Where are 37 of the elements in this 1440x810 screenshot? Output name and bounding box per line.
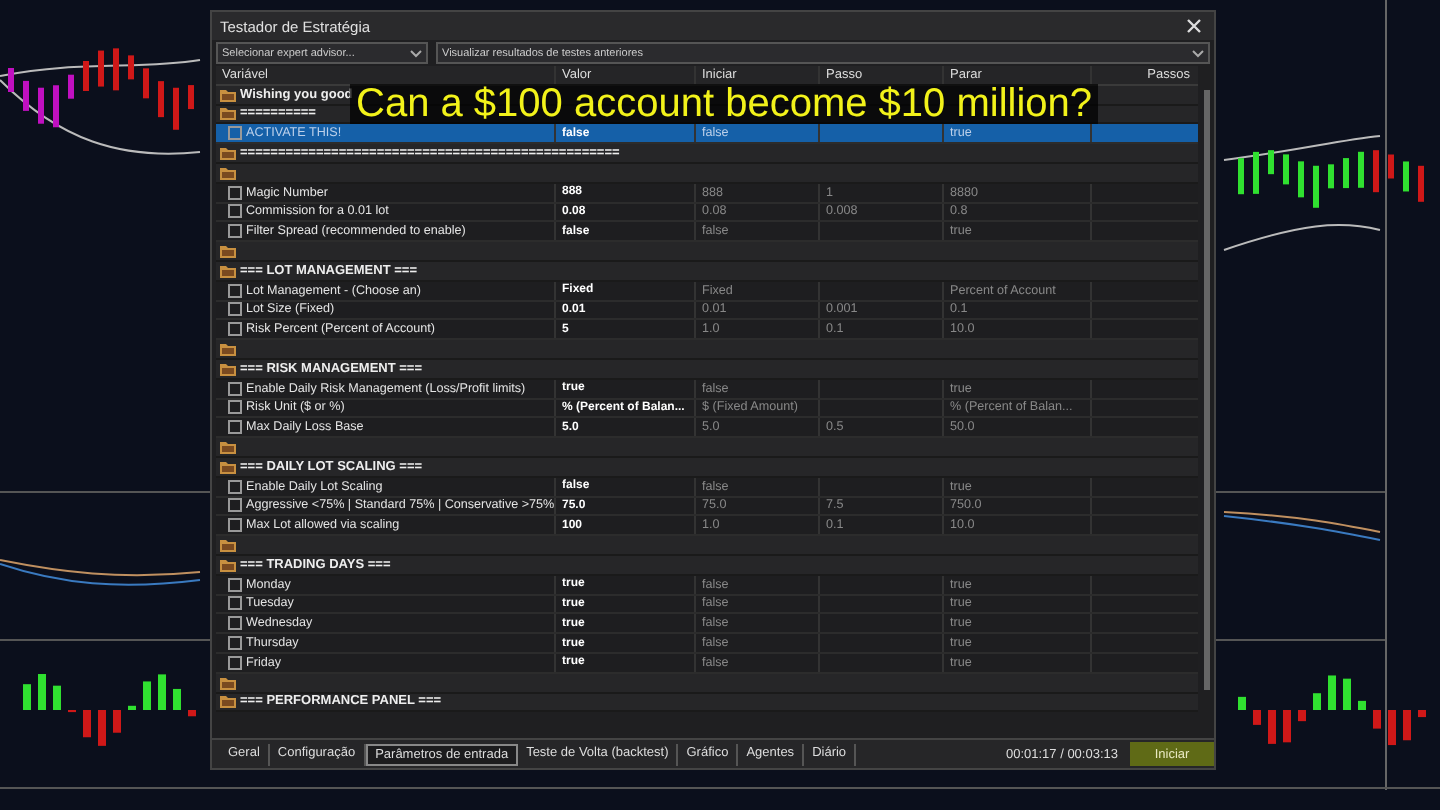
checkbox[interactable] xyxy=(228,479,242,494)
checkbox[interactable] xyxy=(228,204,242,219)
folder-icon xyxy=(220,165,236,180)
checkbox[interactable] xyxy=(228,616,242,631)
folder-icon xyxy=(220,361,236,376)
checkbox[interactable] xyxy=(228,283,242,298)
folder-icon xyxy=(220,538,236,553)
folder-icon xyxy=(220,263,236,278)
checkbox[interactable] xyxy=(228,400,242,415)
checkbox[interactable] xyxy=(228,636,242,650)
chevron-icon xyxy=(410,49,422,57)
checkbox[interactable] xyxy=(228,596,242,611)
checkbox[interactable] xyxy=(228,518,242,533)
close-icon[interactable] xyxy=(1186,18,1202,34)
folder-icon xyxy=(220,106,236,121)
checkbox[interactable] xyxy=(228,302,242,317)
checkbox[interactable] xyxy=(228,126,242,141)
folder-icon xyxy=(220,675,236,690)
checkbox[interactable] xyxy=(228,420,242,435)
checkbox[interactable] xyxy=(228,185,242,200)
folder-icon xyxy=(220,87,236,102)
checkbox[interactable] xyxy=(228,224,242,239)
folder-icon xyxy=(220,146,236,161)
folder-icon xyxy=(220,440,236,455)
scrollbar[interactable] xyxy=(1204,90,1210,690)
folder-icon xyxy=(220,459,236,474)
folder-icon xyxy=(220,342,236,357)
checkbox[interactable] xyxy=(228,577,242,592)
checkbox[interactable] xyxy=(228,322,242,337)
video-caption: Can a $100 account become $10 million? xyxy=(350,84,1099,124)
folder-icon xyxy=(220,694,236,709)
checkbox[interactable] xyxy=(228,655,242,670)
folder-icon xyxy=(220,244,236,259)
checkbox[interactable] xyxy=(228,498,242,513)
folder-icon xyxy=(220,557,236,572)
chevron-icon xyxy=(1192,49,1204,57)
checkbox[interactable] xyxy=(228,381,242,396)
